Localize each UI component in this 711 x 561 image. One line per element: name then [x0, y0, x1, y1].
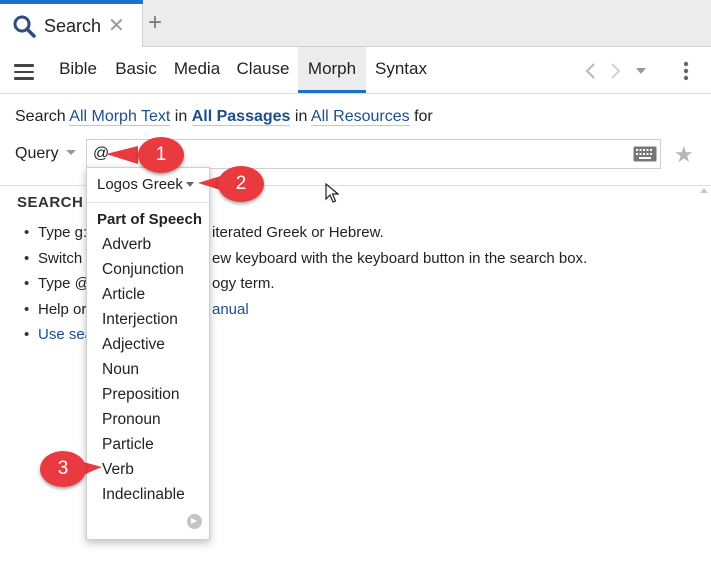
menu-item-conjunction[interactable]: Conjunction: [102, 261, 185, 286]
callout-badge-1: 1: [138, 137, 184, 173]
menu-item-indeclinable[interactable]: Indeclinable: [102, 486, 185, 511]
menu-item-preposition[interactable]: Preposition: [102, 386, 185, 411]
tab-clause[interactable]: Clause: [230, 47, 296, 93]
language-dropdown[interactable]: Logos Greek: [97, 176, 183, 193]
search-in-text-2: in: [294, 108, 308, 125]
callout-badge-3: 3: [40, 451, 86, 487]
help-list: Type g: Switch Type @ Help or Use sea: [24, 224, 93, 352]
menu-item-interjection[interactable]: Interjection: [102, 311, 185, 336]
menu-item-noun[interactable]: Noun: [102, 361, 185, 386]
divider: [87, 202, 209, 203]
tab-morph[interactable]: Morph: [298, 47, 366, 93]
chevron-down-icon[interactable]: [186, 182, 194, 187]
search-scope-line: Search All Morph Text in All Passages in…: [15, 108, 433, 126]
passages-link[interactable]: All Passages: [191, 108, 291, 126]
list-item: Help or: [24, 301, 93, 327]
search-icon: [13, 15, 36, 38]
tab-syntax[interactable]: Syntax: [368, 47, 434, 93]
part-of-speech-list: Adverb Conjunction Article Interjection …: [102, 236, 185, 511]
new-tab-icon[interactable]: +: [148, 11, 162, 35]
list-item: Switch: [24, 250, 93, 276]
morph-term-popup: Logos Greek Part of Speech Adverb Conjun…: [86, 167, 210, 540]
section-heading: Part of Speech: [97, 211, 203, 228]
tab-bible[interactable]: Bible: [50, 47, 106, 93]
menu-item-adverb[interactable]: Adverb: [102, 236, 185, 261]
back-arrow-icon[interactable]: [584, 62, 596, 80]
toolbar: Bible Basic Media Clause Morph Syntax: [0, 47, 711, 94]
keyboard-icon[interactable]: [633, 146, 657, 162]
query-type-dropdown[interactable]: Query: [15, 145, 59, 163]
menu-item-pronoun[interactable]: Pronoun: [102, 411, 185, 436]
tab-media[interactable]: Media: [166, 47, 228, 93]
callout-pointer: [106, 146, 138, 164]
callout-badge-2: 2: [218, 166, 264, 202]
manual-link[interactable]: anual: [212, 301, 249, 318]
tab-strip: Search ✕ +: [0, 0, 711, 47]
menu-item-verb[interactable]: Verb: [102, 461, 185, 486]
tab-basic[interactable]: Basic: [108, 47, 164, 93]
dropdown-caret-icon[interactable]: [636, 68, 646, 74]
mouse-cursor-icon: [325, 183, 339, 203]
chevron-down-icon[interactable]: [66, 150, 76, 155]
help-text: ogy term.: [212, 275, 275, 292]
close-tab-icon[interactable]: ✕: [108, 13, 125, 38]
list-item: Type @: [24, 275, 93, 301]
menu-item-article[interactable]: Article: [102, 286, 185, 311]
menu-item-adjective[interactable]: Adjective: [102, 336, 185, 361]
resources-link[interactable]: All Resources: [310, 108, 410, 126]
more-arrow-icon[interactable]: [187, 514, 202, 529]
list-item: Type g:: [24, 224, 93, 250]
hamburger-menu-icon[interactable]: [14, 64, 34, 80]
help-text: iterated Greek or Hebrew.: [212, 224, 384, 241]
forward-arrow-icon[interactable]: [610, 62, 622, 80]
tab-label: Search: [44, 16, 102, 36]
help-text: ew keyboard with the keyboard button in …: [212, 249, 588, 267]
kebab-menu-icon[interactable]: [683, 61, 689, 81]
menu-item-particle[interactable]: Particle: [102, 436, 185, 461]
scroll-up-icon[interactable]: [700, 188, 708, 193]
search-prefix: Search: [15, 108, 66, 125]
search-tab[interactable]: Search ✕: [0, 4, 143, 47]
star-icon[interactable]: ★: [674, 142, 694, 168]
list-item[interactable]: Use sea: [24, 326, 93, 352]
search-suffix: for: [414, 108, 433, 125]
search-target-link[interactable]: All Morph Text: [69, 108, 171, 126]
search-in-text: in: [174, 108, 188, 125]
